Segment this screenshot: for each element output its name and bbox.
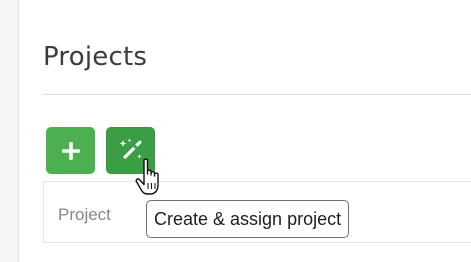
hand-pointer-cursor-icon xyxy=(135,157,169,199)
page-title: Projects xyxy=(43,42,148,72)
tooltip: Create & assign project xyxy=(146,200,350,238)
title-divider xyxy=(42,94,471,95)
plus-icon xyxy=(61,141,81,161)
add-project-button[interactable] xyxy=(46,127,95,174)
column-header-project: Project xyxy=(58,205,111,224)
